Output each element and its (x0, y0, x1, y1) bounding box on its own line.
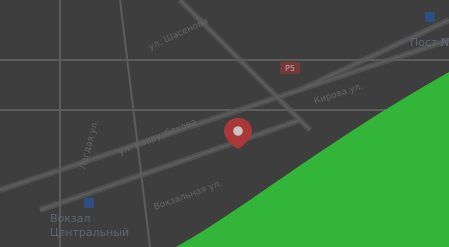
map-view[interactable]: ул. Шасенова ул. Наврузбекова Вокзальная… (0, 0, 449, 247)
